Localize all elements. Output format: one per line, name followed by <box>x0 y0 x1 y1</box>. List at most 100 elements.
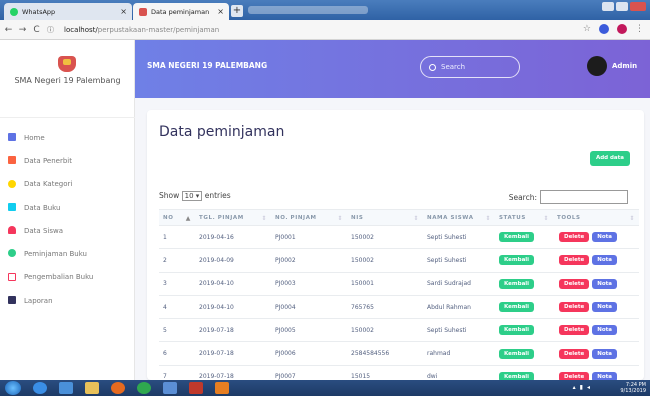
close-icon[interactable]: × <box>217 7 224 16</box>
kembali-button[interactable]: Kembali <box>499 302 535 313</box>
app-icon[interactable] <box>163 382 177 394</box>
kembali-button[interactable]: Kembali <box>499 325 535 336</box>
maximize-button[interactable] <box>616 2 628 11</box>
sidebar-item-laporan[interactable]: Laporan <box>0 289 135 312</box>
tray-arrow-icon[interactable]: ▴ <box>573 384 576 391</box>
user-name[interactable]: Admin <box>612 62 637 70</box>
nota-button[interactable]: Nota <box>592 278 618 289</box>
address-bar: ← → C ⓘ localhost/perpustakaan-master/pe… <box>0 20 650 40</box>
nota-button[interactable]: Nota <box>592 325 618 336</box>
column-header[interactable]: NO ▲ <box>159 209 195 226</box>
cell-tgl-pinjam: 2019-07-18 <box>195 318 271 343</box>
delete-button[interactable]: Delete <box>559 278 590 289</box>
sidebar-item-data-kategori[interactable]: Data Kategori <box>0 173 135 196</box>
cell-no: 1 <box>159 225 195 250</box>
sidebar-item-peminjaman-buku[interactable]: Peminjaman Buku <box>0 242 135 265</box>
menu-icon[interactable]: ⋮ <box>635 24 644 34</box>
extension-icon[interactable] <box>599 24 609 34</box>
entries-control: Show 10 ▾ entries <box>159 191 231 201</box>
ie-icon[interactable] <box>33 382 47 394</box>
folder-icon[interactable] <box>85 382 99 394</box>
cell-nama-siswa: Septi Suhesti <box>423 225 495 250</box>
search-icon <box>429 63 436 71</box>
table-header-row: NO ▲ TGL. PINJAM ⇕ NO. PINJAM ⇕ NIS ⇕ NAMA S… <box>159 209 639 226</box>
table-search-input[interactable] <box>540 190 628 204</box>
delete-button[interactable]: Delete <box>559 255 590 266</box>
minimize-button[interactable] <box>602 2 614 11</box>
nota-button[interactable]: Nota <box>592 302 618 313</box>
url-path: perpustakaan-master/peminjaman <box>97 25 220 34</box>
delete-button[interactable]: Delete <box>559 348 590 359</box>
sidebar-item-data-siswa[interactable]: Data Siswa <box>0 219 135 242</box>
list-icon <box>8 202 16 211</box>
cell-nis: 150002 <box>347 318 423 343</box>
content-card: Data peminjaman Add data Show 10 ▾ entri… <box>147 110 644 390</box>
nota-button[interactable]: Nota <box>592 348 618 359</box>
table-row: 3 2019-04-10 PJ0003 150001 Sardi Sudraja… <box>159 272 639 296</box>
school-logo-icon <box>58 56 76 72</box>
delete-button[interactable]: Delete <box>559 325 590 336</box>
delete-button[interactable]: Delete <box>559 232 590 243</box>
sidebar-item-pengembalian-buku[interactable]: Pengembalian Buku <box>0 266 135 289</box>
media-icon[interactable] <box>59 382 73 394</box>
cell-status: Kembali <box>495 272 553 296</box>
profile-icon[interactable] <box>617 24 627 34</box>
navbar-title[interactable]: SMA NEGERI 19 PALEMBANG <box>147 61 267 70</box>
close-icon[interactable]: × <box>120 7 127 16</box>
cell-tgl-pinjam: 2019-04-10 <box>195 295 271 320</box>
avatar[interactable] <box>587 56 607 76</box>
sidebar-item-data-buku[interactable]: Data Buku <box>0 196 135 219</box>
back-icon[interactable]: ← <box>3 25 14 35</box>
cell-status: Kembali <box>495 295 553 320</box>
volume-icon[interactable]: ◂ <box>587 384 590 391</box>
kembali-button[interactable]: Kembali <box>499 232 535 243</box>
cell-status: Kembali <box>495 318 553 343</box>
table-row: 4 2019-04-10 PJ0004 765765 Abdul Rahman … <box>159 295 639 320</box>
column-header[interactable]: TGL. PINJAM ⇕ <box>195 209 271 226</box>
url-field[interactable]: localhost/perpustakaan-master/peminjaman <box>64 26 219 34</box>
chrome-icon[interactable] <box>137 382 151 394</box>
xampp-icon[interactable] <box>215 382 229 394</box>
column-header[interactable]: STATUS ⇕ <box>495 209 553 226</box>
tab-data-peminjaman[interactable]: Data peminjaman × <box>133 3 229 20</box>
sidebar: SMA Negeri 19 Palembang Home Data Penerb… <box>0 40 135 380</box>
kembali-button[interactable]: Kembali <box>499 348 535 359</box>
cell-no-pinjam: PJ0006 <box>271 341 347 366</box>
cell-no: 2 <box>159 248 195 273</box>
share-icon <box>8 249 16 258</box>
info-icon: ⓘ <box>47 25 54 34</box>
kembali-button[interactable]: Kembali <box>499 278 535 289</box>
clock-date: 9/13/2019 <box>620 388 646 394</box>
sidebar-item-home[interactable]: Home <box>0 126 135 149</box>
delete-button[interactable]: Delete <box>559 302 590 313</box>
start-button[interactable] <box>5 381 21 395</box>
search-input[interactable]: Search <box>420 56 520 78</box>
reload-icon[interactable]: C <box>31 25 42 35</box>
cell-no: 4 <box>159 295 195 320</box>
sidebar-menu: Home Data Penerbit Data Kategori Data Bu… <box>0 126 135 312</box>
star-icon[interactable]: ☆ <box>583 24 591 34</box>
tab-whatsapp[interactable]: WhatsApp × <box>4 3 132 20</box>
column-label: TGL. PINJAM <box>199 214 244 221</box>
column-header[interactable]: NO. PINJAM ⇕ <box>271 209 347 226</box>
network-icon[interactable]: ▮ <box>580 384 583 391</box>
column-header[interactable]: TOOLS ⇕ <box>553 209 639 226</box>
new-tab-button[interactable]: + <box>231 5 243 17</box>
nota-button[interactable]: Nota <box>592 255 618 266</box>
app-icon[interactable] <box>189 382 203 394</box>
firefox-icon[interactable] <box>111 382 125 394</box>
clock[interactable]: 7:24 PM 9/13/2019 <box>620 382 646 394</box>
cell-nama-siswa: Sardi Sudrajad <box>423 272 495 296</box>
close-window-button[interactable] <box>630 2 646 11</box>
column-header[interactable]: NAMA SISWA ⇕ <box>423 209 495 226</box>
column-label: STATUS <box>499 214 526 221</box>
forward-icon[interactable]: → <box>17 25 28 35</box>
add-data-button[interactable]: Add data <box>589 151 630 166</box>
sidebar-item-data-penerbit[interactable]: Data Penerbit <box>0 149 135 172</box>
kembali-button[interactable]: Kembali <box>499 255 535 266</box>
peminjaman-table: NO ▲ TGL. PINJAM ⇕ NO. PINJAM ⇕ NIS ⇕ NAMA S… <box>159 209 639 390</box>
cell-tgl-pinjam: 2019-07-18 <box>195 341 271 366</box>
entries-select[interactable]: 10 ▾ <box>181 191 203 201</box>
column-header[interactable]: NIS ⇕ <box>347 209 423 226</box>
nota-button[interactable]: Nota <box>592 232 618 243</box>
